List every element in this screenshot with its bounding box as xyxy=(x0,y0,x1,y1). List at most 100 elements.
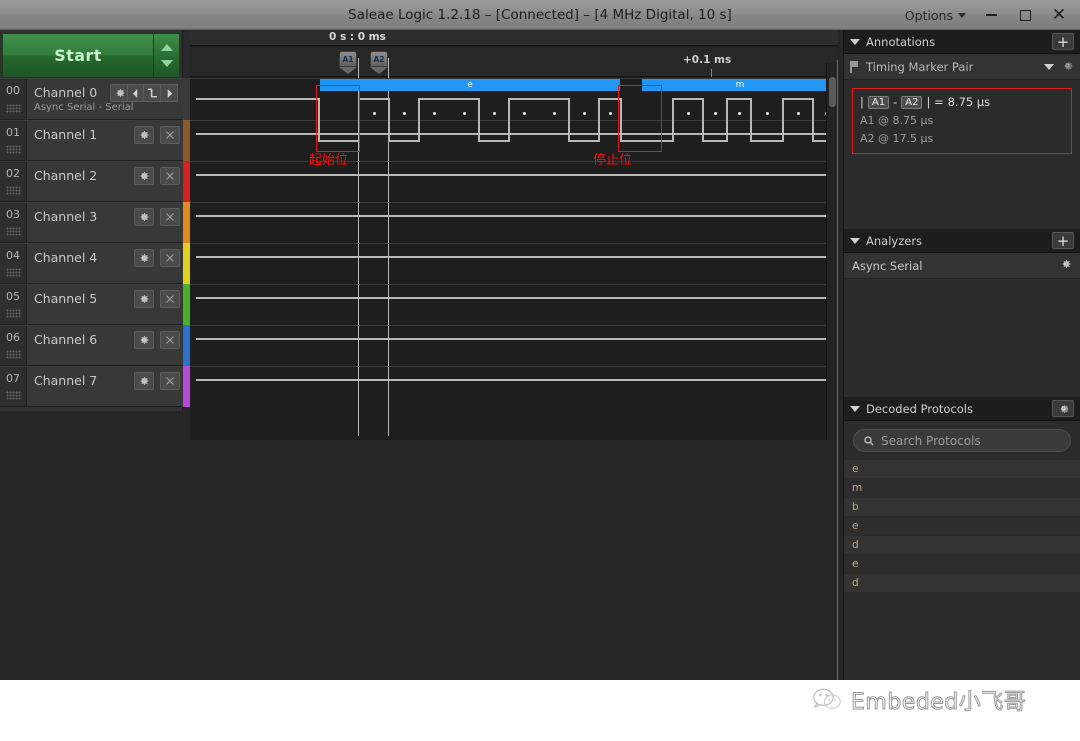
stepper-up-icon[interactable] xyxy=(160,43,173,51)
channel-color-03 xyxy=(183,202,190,243)
channel-hide-button[interactable] xyxy=(160,290,180,308)
drag-handle-icon[interactable] xyxy=(6,309,21,318)
decoded-protocol-row[interactable]: m xyxy=(844,479,1080,498)
graph-vertical-scrollbar[interactable] xyxy=(826,63,837,440)
channel-settings-button[interactable] xyxy=(134,167,154,185)
options-button[interactable]: Options xyxy=(897,0,974,30)
channel-row-07[interactable]: 07 Channel 7 xyxy=(0,366,183,407)
channel-row-05[interactable]: 05 Channel 5 xyxy=(0,284,183,325)
waveform-edge xyxy=(568,98,570,142)
channel-row-01[interactable]: 01 Channel 1 xyxy=(0,120,183,161)
channel-row-03[interactable]: 03 Channel 3 xyxy=(0,202,183,243)
marker-bar[interactable]: +0.1 ms A1 A2 xyxy=(190,47,838,77)
gear-icon xyxy=(138,208,150,227)
previous-edge-button[interactable] xyxy=(127,84,144,102)
channel-settings-button[interactable] xyxy=(134,372,154,390)
collapse-triangle-icon[interactable] xyxy=(850,38,860,45)
lane-03[interactable] xyxy=(190,202,838,243)
channel-edge-navigation-group[interactable] xyxy=(127,84,178,102)
collapse-triangle-icon[interactable] xyxy=(850,237,860,244)
channel-hide-button[interactable] xyxy=(160,372,180,390)
waveform-segment xyxy=(478,140,508,142)
lane-05[interactable] xyxy=(190,284,838,325)
minimize-button[interactable] xyxy=(974,0,1008,30)
decoded-protocols-panel-header[interactable]: Decoded Protocols xyxy=(844,397,1080,421)
timeline-tick-label: +0.1 ms xyxy=(683,54,732,66)
drag-handle-icon[interactable] xyxy=(6,145,21,154)
drag-handle-icon[interactable] xyxy=(6,391,21,400)
drag-handle-icon[interactable] xyxy=(6,104,21,113)
channel-hide-button[interactable] xyxy=(160,126,180,144)
gear-icon xyxy=(114,84,126,103)
next-edge-button[interactable] xyxy=(161,84,178,102)
channel-name-label: Channel 2 xyxy=(34,168,98,183)
channel-settings-button[interactable] xyxy=(134,208,154,226)
channel-settings-button[interactable] xyxy=(134,331,154,349)
drag-handle-icon[interactable] xyxy=(6,186,21,195)
bit-sample-dot xyxy=(373,112,376,115)
trigger-edge-button[interactable] xyxy=(144,84,161,102)
capture-duration-stepper[interactable] xyxy=(154,33,180,78)
decoded-protocol-row[interactable]: b xyxy=(844,498,1080,517)
marker-pin-a1[interactable]: A1 xyxy=(339,51,357,74)
scrollbar-thumb[interactable] xyxy=(829,77,836,107)
timing-marker-settings-icon[interactable] xyxy=(1061,57,1074,76)
collapse-triangle-icon[interactable] xyxy=(850,405,860,412)
add-analyzer-button[interactable]: + xyxy=(1052,232,1074,249)
channel-settings-button[interactable] xyxy=(134,290,154,308)
drag-handle-icon[interactable] xyxy=(6,350,21,359)
analyzer-settings-icon[interactable] xyxy=(1060,258,1072,273)
channel-row-00[interactable]: 00 Channel 0 Async Serial - Serial xyxy=(0,78,183,120)
chevron-down-icon xyxy=(958,12,966,18)
lane-02[interactable] xyxy=(190,161,838,202)
bit-sample-dot xyxy=(797,112,800,115)
decoded-protocols-settings-button[interactable] xyxy=(1052,400,1074,417)
analyzers-panel-header[interactable]: Analyzers + xyxy=(844,229,1080,253)
drag-handle-icon[interactable] xyxy=(6,268,21,277)
channel-hide-button[interactable] xyxy=(160,249,180,267)
channel-color-strip xyxy=(183,78,190,411)
lane-01[interactable] xyxy=(190,120,838,161)
close-icon xyxy=(164,167,176,186)
lane-04[interactable] xyxy=(190,243,838,284)
gear-icon xyxy=(138,372,150,391)
highlight-stop-bit xyxy=(618,85,662,152)
channel-hide-button[interactable] xyxy=(160,331,180,349)
annotations-panel-header[interactable]: Annotations + xyxy=(844,30,1080,54)
channel-settings-button[interactable] xyxy=(134,126,154,144)
bit-sample-dot xyxy=(714,112,717,115)
decoded-protocol-row[interactable]: d xyxy=(844,536,1080,555)
decoded-protocol-row[interactable]: e xyxy=(844,460,1080,479)
channel-color-01 xyxy=(183,120,190,161)
channel-row-02[interactable]: 02 Channel 2 xyxy=(0,161,183,202)
channel-row-04[interactable]: 04 Channel 4 xyxy=(0,243,183,284)
decoded-protocol-row[interactable]: e xyxy=(844,517,1080,536)
channel-row-06[interactable]: 06 Channel 6 xyxy=(0,325,183,366)
channel-index-label: 05 xyxy=(6,290,20,303)
maximize-button[interactable] xyxy=(1008,0,1042,30)
chevron-down-icon[interactable] xyxy=(1044,63,1054,70)
close-icon xyxy=(164,331,176,350)
stepper-down-icon[interactable] xyxy=(160,60,173,68)
timing-marker-pair-row[interactable]: Timing Marker Pair xyxy=(844,54,1080,80)
channel-settings-button[interactable] xyxy=(134,249,154,267)
decoded-frame-e[interactable]: e xyxy=(320,79,620,91)
waveform-graph[interactable]: 0 s : 0 ms +0.1 ms A1 A2 e m 起始位 停止位 xyxy=(190,30,838,440)
timeline-header[interactable]: 0 s : 0 ms xyxy=(190,30,838,46)
drag-handle-icon[interactable] xyxy=(6,227,21,236)
channel-index-label: 01 xyxy=(6,126,20,139)
start-button[interactable]: Start xyxy=(2,33,154,78)
lane-07[interactable] xyxy=(190,366,838,407)
decoded-protocol-row[interactable]: d xyxy=(844,574,1080,593)
decoded-frame-m[interactable]: m xyxy=(642,79,838,91)
analyzer-item[interactable]: Async Serial xyxy=(844,253,1080,279)
lane-06[interactable] xyxy=(190,325,838,366)
channel-hide-button[interactable] xyxy=(160,208,180,226)
marker-pin-a2[interactable]: A2 xyxy=(370,51,388,74)
channel-name-label: Channel 4 xyxy=(34,250,98,265)
search-protocols-input[interactable]: Search Protocols xyxy=(853,429,1071,452)
channel-hide-button[interactable] xyxy=(160,167,180,185)
add-annotation-button[interactable]: + xyxy=(1052,33,1074,50)
decoded-protocol-row[interactable]: e xyxy=(844,555,1080,574)
close-button[interactable]: ✕ xyxy=(1042,0,1076,30)
